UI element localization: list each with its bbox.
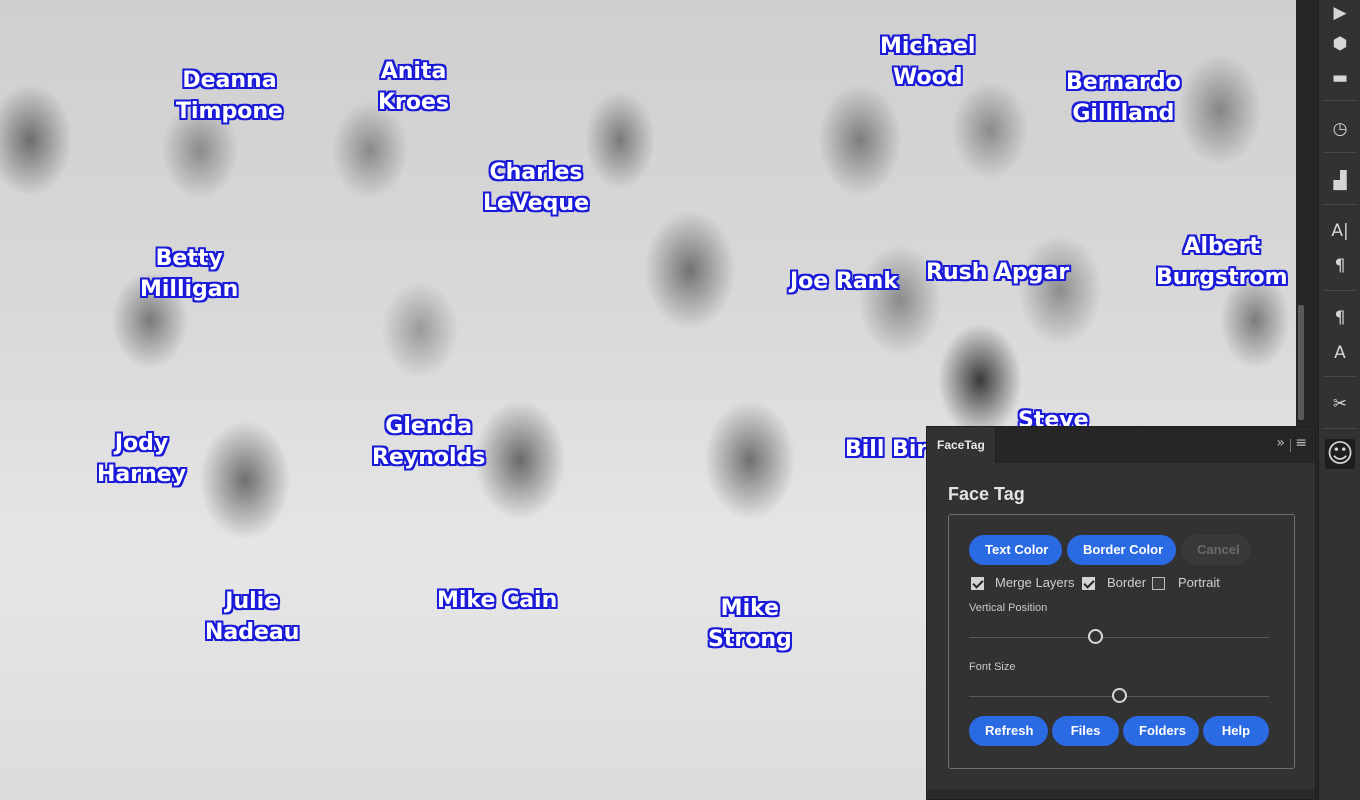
slider-knob[interactable] [1112, 688, 1127, 703]
slider-track [969, 637, 1269, 638]
tag-line: Albert [1183, 234, 1261, 259]
border-label: Border [1107, 575, 1147, 590]
face-tag-michael-wood[interactable]: Michael Wood [880, 31, 975, 93]
tag-line: Charles [489, 160, 583, 185]
tag-line: Mike [720, 596, 780, 621]
facetag-smiley-icon[interactable]: ☺ [1325, 439, 1355, 469]
paragraph-icon[interactable]: ¶ [1327, 253, 1353, 279]
face-tag-julie-nadeau[interactable]: Julie Nadeau [205, 586, 299, 648]
tag-line: Michael [880, 34, 976, 59]
tools-icon[interactable]: ✂ [1327, 391, 1353, 417]
slider-knob[interactable] [1088, 629, 1103, 644]
face-tag-mike-strong[interactable]: Mike Strong [708, 593, 792, 655]
scrollbar-thumb[interactable] [1298, 305, 1304, 420]
tag-line: Joe Rank [790, 269, 898, 294]
tag-line: Gilliland [1072, 101, 1175, 126]
border-color-button[interactable]: Border Color [1067, 535, 1176, 565]
face-tag-bernardo-gilliland[interactable]: Bernardo Gilliland [1066, 67, 1181, 129]
comment-icon[interactable]: ▬ [1327, 65, 1353, 91]
merge-layers-label: Merge Layers [995, 575, 1075, 590]
face-tag-anita-kroes[interactable]: Anita Kroes [378, 56, 449, 118]
collapse-panel-icon[interactable]: » [1276, 435, 1285, 451]
tag-line: Anita [380, 59, 447, 84]
face-tag-mike-cain[interactable]: Mike Cain [437, 585, 557, 616]
text-color-button[interactable]: Text Color [969, 535, 1062, 565]
tag-line: Jody [114, 431, 169, 456]
face-tag-jody-harney[interactable]: Jody Harney [97, 428, 186, 490]
separator [1323, 290, 1357, 291]
tab-facetag[interactable]: FaceTag [927, 427, 996, 463]
face-tag-betty-milligan[interactable]: Betty Milligan [140, 243, 238, 305]
separator [1323, 428, 1357, 429]
paragraph-styles-icon[interactable]: ¶ [1327, 305, 1353, 331]
refresh-button[interactable]: Refresh [969, 716, 1048, 746]
panel-icon-strip: ▶ ⬢ ▬ ◷ ▟ A| ¶ ¶ A ✂ ☺ [1318, 0, 1360, 800]
face-tag-albert-burgstrom[interactable]: Albert Burgstrom [1156, 231, 1288, 293]
tag-line: Bill Birt [845, 437, 938, 462]
face-tag-joe-rank[interactable]: Joe Rank [790, 266, 898, 297]
face-tag-rush-apgar[interactable]: Rush Apgar [926, 257, 1069, 288]
tag-line: Milligan [140, 277, 239, 302]
vertical-position-label: Vertical Position [969, 602, 1048, 614]
tag-line: Wood [892, 65, 963, 90]
font-size-slider[interactable] [969, 687, 1269, 707]
play-icon[interactable]: ▶ [1327, 0, 1353, 26]
histogram-icon[interactable]: ▟ [1327, 168, 1353, 194]
history-icon[interactable]: ◷ [1327, 116, 1353, 142]
divider [1290, 439, 1291, 452]
character-styles-icon[interactable]: A [1327, 340, 1353, 366]
panel-footer [927, 789, 1315, 799]
tag-line: LeVeque [483, 191, 590, 216]
tag-line: Nadeau [205, 620, 300, 645]
facetag-controls: Text Color Border Color Cancel Merge Lay… [948, 514, 1295, 769]
face-tag-charles-leveque[interactable]: Charles LeVeque [483, 157, 589, 219]
vertical-position-slider[interactable] [969, 628, 1269, 648]
portrait-label: Portrait [1178, 575, 1220, 590]
font-size-label: Font Size [969, 661, 1016, 673]
tag-line: Kroes [378, 90, 450, 115]
character-icon[interactable]: A| [1327, 218, 1353, 244]
tag-line: Julie [225, 589, 280, 614]
tag-line: Timpone [176, 99, 283, 124]
border-checkbox[interactable] [1082, 577, 1095, 590]
face-tag-bill-birt[interactable]: Bill Birt [845, 434, 938, 465]
help-button[interactable]: Help [1203, 716, 1269, 746]
cancel-button[interactable]: Cancel [1181, 535, 1251, 565]
panel-title: Face Tag [948, 484, 1025, 504]
tag-line: Harney [97, 462, 187, 487]
face-tag-deanna-timpone[interactable]: Deanna Timpone [176, 65, 283, 127]
tag-line: Burgstrom [1156, 265, 1288, 290]
tag-line: Rush Apgar [926, 260, 1070, 285]
face-tag-glenda-reynolds[interactable]: Glenda Reynolds [372, 411, 485, 473]
facetag-panel: FaceTag » ≡ Face Tag Text Color Border C… [926, 426, 1316, 800]
tag-line: Glenda [385, 414, 473, 439]
separator [1323, 204, 1357, 205]
files-button[interactable]: Files [1052, 716, 1119, 746]
tag-line: Mike Cain [437, 588, 558, 613]
portrait-checkbox[interactable] [1152, 577, 1165, 590]
tag-line: Reynolds [372, 445, 486, 470]
plugin-icon[interactable]: ⬢ [1327, 31, 1353, 57]
merge-layers-checkbox[interactable] [971, 577, 984, 590]
separator [1323, 100, 1357, 101]
panel-menu-icon[interactable]: ≡ [1295, 435, 1307, 451]
panel-tab-bar: FaceTag » ≡ [927, 427, 1315, 463]
tag-line: Deanna [182, 68, 277, 93]
tag-line: Betty [155, 246, 223, 271]
tag-line: Strong [708, 627, 792, 652]
separator [1323, 152, 1357, 153]
tag-line: Bernardo [1066, 70, 1181, 95]
separator [1323, 376, 1357, 377]
folders-button[interactable]: Folders [1123, 716, 1199, 746]
